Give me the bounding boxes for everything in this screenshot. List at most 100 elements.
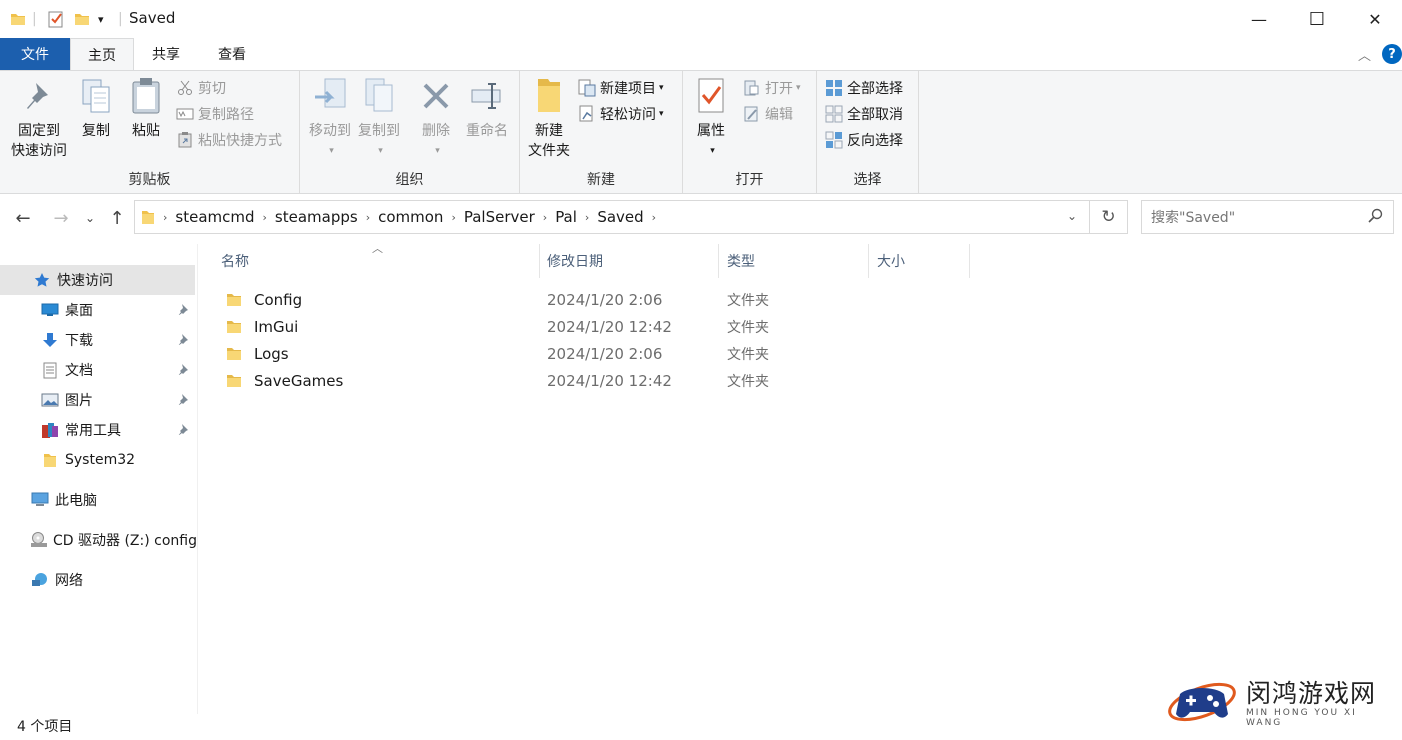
pin-icon[interactable] bbox=[177, 363, 189, 379]
back-arrow-icon[interactable]: ← bbox=[10, 205, 36, 231]
delete-button[interactable]: 删除 ▾ bbox=[416, 77, 456, 161]
column-size-label: 大小 bbox=[877, 254, 905, 270]
nav-this-pc[interactable]: 此电脑 bbox=[0, 485, 195, 515]
nav-downloads[interactable]: 下载 bbox=[0, 325, 195, 355]
copy-path-button[interactable]: 复制路径 bbox=[176, 103, 254, 125]
breadcrumb-steamapps[interactable]: steamapps bbox=[269, 208, 364, 226]
copy-to-button[interactable]: 复制到 ▾ bbox=[354, 77, 404, 161]
nav-downloads-label: 下载 bbox=[65, 333, 93, 349]
easy-access-caret-icon: ▾ bbox=[659, 109, 664, 119]
new-folder-button[interactable]: 新建 文件夹 bbox=[524, 77, 574, 161]
rename-button[interactable]: 重命名 bbox=[462, 77, 512, 141]
move-to-button[interactable]: 移动到 ▾ bbox=[306, 77, 354, 161]
search-input[interactable]: 搜索"Saved" bbox=[1151, 207, 1235, 227]
select-all-button[interactable]: 全部选择 bbox=[825, 77, 903, 99]
invert-selection-button[interactable]: 反向选择 bbox=[825, 129, 903, 151]
select-none-button[interactable]: 全部取消 bbox=[825, 103, 903, 125]
new-folder-quick-icon[interactable] bbox=[74, 9, 90, 29]
copy-to-label: 复制到 bbox=[358, 123, 400, 139]
invert-selection-icon bbox=[825, 131, 843, 149]
nav-pictures[interactable]: 图片 bbox=[0, 385, 195, 415]
easy-access-icon bbox=[578, 105, 596, 123]
folder-icon bbox=[40, 451, 60, 469]
address-bar[interactable]: › steamcmd › steamapps › common › PalSer… bbox=[134, 200, 1090, 234]
breadcrumb-steamcmd[interactable]: steamcmd bbox=[169, 208, 260, 226]
table-row[interactable]: SaveGames 2024/1/20 12:42 文件夹 bbox=[218, 367, 1218, 394]
customize-quick-access-icon[interactable]: ▾ bbox=[98, 9, 104, 29]
open-group-label: 打开 bbox=[735, 172, 764, 188]
clipboard-icon bbox=[129, 77, 163, 115]
pin-icon[interactable] bbox=[177, 303, 189, 319]
pin-icon[interactable] bbox=[177, 333, 189, 349]
cut-button[interactable]: 剪切 bbox=[176, 77, 226, 99]
forward-arrow-icon[interactable]: → bbox=[48, 205, 74, 231]
copy-button[interactable]: 复制 bbox=[78, 77, 114, 141]
up-arrow-icon[interactable]: ↑ bbox=[104, 205, 130, 231]
edit-label: 编辑 bbox=[765, 107, 793, 123]
tab-file[interactable]: 文件 bbox=[0, 38, 70, 70]
properties-caret-icon: ▾ bbox=[710, 146, 715, 156]
breadcrumb-chevron-icon[interactable]: › bbox=[449, 211, 457, 224]
open-button[interactable]: 打开 ▾ bbox=[743, 77, 801, 99]
recent-locations-chevron-icon[interactable]: ⌄ bbox=[80, 205, 100, 231]
breadcrumb-chevron-icon[interactable]: › bbox=[541, 211, 549, 224]
group-clipboard: 固定到 快速访问 复制 粘贴 剪切 复制路径 粘贴快捷方式 剪贴板 bbox=[0, 71, 300, 193]
pin-quick-access-button[interactable]: 固定到 快速访问 bbox=[8, 77, 70, 161]
column-header-modified[interactable]: 修改日期 bbox=[539, 244, 719, 278]
breadcrumb-chevron-icon[interactable]: › bbox=[364, 211, 372, 224]
help-icon[interactable]: ? bbox=[1382, 44, 1402, 64]
file-list: ︿ 名称 修改日期 类型 大小 Config 2024/1/20 2:06 文件… bbox=[198, 242, 1402, 714]
open-label: 打开 bbox=[765, 81, 793, 97]
breadcrumb-palserver[interactable]: PalServer bbox=[458, 208, 541, 226]
nav-desktop[interactable]: 桌面 bbox=[0, 295, 195, 325]
breadcrumb-chevron-icon[interactable]: › bbox=[155, 211, 169, 224]
breadcrumb-chevron-icon[interactable]: › bbox=[261, 211, 269, 224]
table-row[interactable]: Config 2024/1/20 2:06 文件夹 bbox=[218, 286, 1218, 313]
properties-label: 属性 bbox=[697, 123, 725, 139]
desktop-icon bbox=[40, 301, 60, 319]
table-row[interactable]: ImGui 2024/1/20 12:42 文件夹 bbox=[218, 313, 1218, 340]
table-row[interactable]: Logs 2024/1/20 2:06 文件夹 bbox=[218, 340, 1218, 367]
new-item-button[interactable]: 新建项目 ▾ bbox=[578, 77, 664, 99]
new-item-icon bbox=[578, 79, 596, 97]
separator: | bbox=[32, 11, 37, 27]
copy-path-label: 复制路径 bbox=[198, 107, 254, 123]
pin-icon[interactable] bbox=[177, 393, 189, 409]
breadcrumb-chevron-icon[interactable]: › bbox=[583, 211, 591, 224]
breadcrumb-saved[interactable]: Saved bbox=[591, 208, 649, 226]
breadcrumb-common[interactable]: common bbox=[372, 208, 449, 226]
nav-quick-access[interactable]: 快速访问 bbox=[0, 265, 195, 295]
pin-icon[interactable] bbox=[177, 423, 189, 439]
easy-access-button[interactable]: 轻松访问 ▾ bbox=[578, 103, 664, 125]
edit-button[interactable]: 编辑 bbox=[743, 103, 793, 125]
maximize-button[interactable]: ☐ bbox=[1288, 0, 1346, 38]
collapse-ribbon-icon[interactable]: ︿ bbox=[1358, 45, 1371, 64]
breadcrumb-pal[interactable]: Pal bbox=[549, 208, 583, 226]
close-button[interactable]: ✕ bbox=[1346, 0, 1402, 38]
nav-network[interactable]: 网络 bbox=[0, 565, 195, 595]
address-history-chevron-icon[interactable]: ⌄ bbox=[1067, 209, 1077, 223]
breadcrumb-chevron-icon[interactable]: › bbox=[650, 211, 658, 224]
minimize-button[interactable]: — bbox=[1230, 0, 1288, 38]
properties-quick-icon[interactable] bbox=[47, 9, 65, 29]
column-header-type[interactable]: 类型 bbox=[719, 244, 869, 278]
column-header-name[interactable]: 名称 bbox=[213, 244, 540, 278]
paste-shortcut-button[interactable]: 粘贴快捷方式 bbox=[176, 129, 282, 151]
tab-share[interactable]: 共享 bbox=[134, 38, 198, 70]
refresh-icon[interactable]: ↻ bbox=[1090, 200, 1128, 234]
properties-button[interactable]: 属性 ▾ bbox=[691, 77, 731, 161]
nav-tools[interactable]: 常用工具 bbox=[0, 415, 195, 445]
copy-to-icon bbox=[362, 77, 396, 115]
folder-icon bbox=[141, 209, 155, 225]
tab-view[interactable]: 查看 bbox=[198, 38, 266, 70]
paste-button[interactable]: 粘贴 bbox=[128, 77, 164, 141]
copy-to-caret-icon: ▾ bbox=[378, 146, 383, 156]
nav-system32[interactable]: System32 bbox=[0, 445, 195, 475]
nav-cd-drive[interactable]: CD 驱动器 (Z:) config bbox=[0, 525, 197, 555]
organize-group-label: 组织 bbox=[395, 172, 424, 188]
tab-home[interactable]: 主页 bbox=[70, 38, 134, 71]
search-box[interactable]: 搜索"Saved" bbox=[1141, 200, 1394, 234]
cut-label: 剪切 bbox=[198, 81, 226, 97]
column-header-size[interactable]: 大小 bbox=[869, 244, 970, 278]
nav-documents[interactable]: 文档 bbox=[0, 355, 195, 385]
